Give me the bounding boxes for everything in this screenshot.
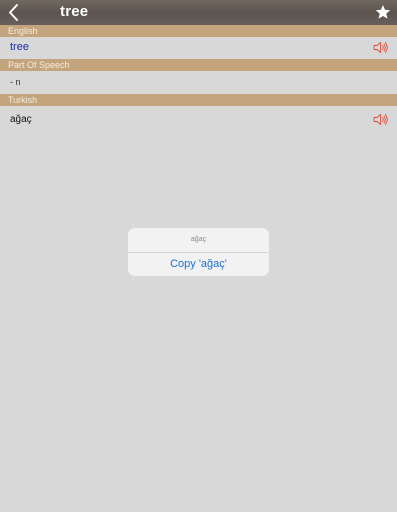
english-word: tree bbox=[10, 41, 29, 53]
star-icon[interactable] bbox=[375, 4, 391, 20]
chevron-left-icon[interactable] bbox=[6, 3, 22, 22]
turkish-word[interactable]: ağaç bbox=[10, 114, 32, 125]
page-title: tree bbox=[60, 3, 89, 20]
copy-button[interactable]: Copy 'ağaç' bbox=[128, 253, 269, 276]
speaker-icon[interactable] bbox=[373, 113, 388, 126]
part-of-speech-value: - n bbox=[10, 77, 21, 87]
section-header-english: English bbox=[0, 25, 397, 37]
section-header-turkish: Turkish bbox=[0, 94, 397, 106]
copy-action-sheet: ağaç Copy 'ağaç' bbox=[128, 228, 269, 276]
speaker-icon[interactable] bbox=[373, 41, 388, 54]
part-of-speech-row: - n bbox=[0, 71, 397, 94]
section-header-part-of-speech: Part Of Speech bbox=[0, 59, 397, 71]
navigation-bar: tree bbox=[0, 0, 397, 25]
english-word-row: tree bbox=[0, 37, 397, 58]
turkish-word-row[interactable]: ağaç bbox=[0, 106, 397, 132]
action-sheet-message: ağaç bbox=[190, 236, 207, 243]
